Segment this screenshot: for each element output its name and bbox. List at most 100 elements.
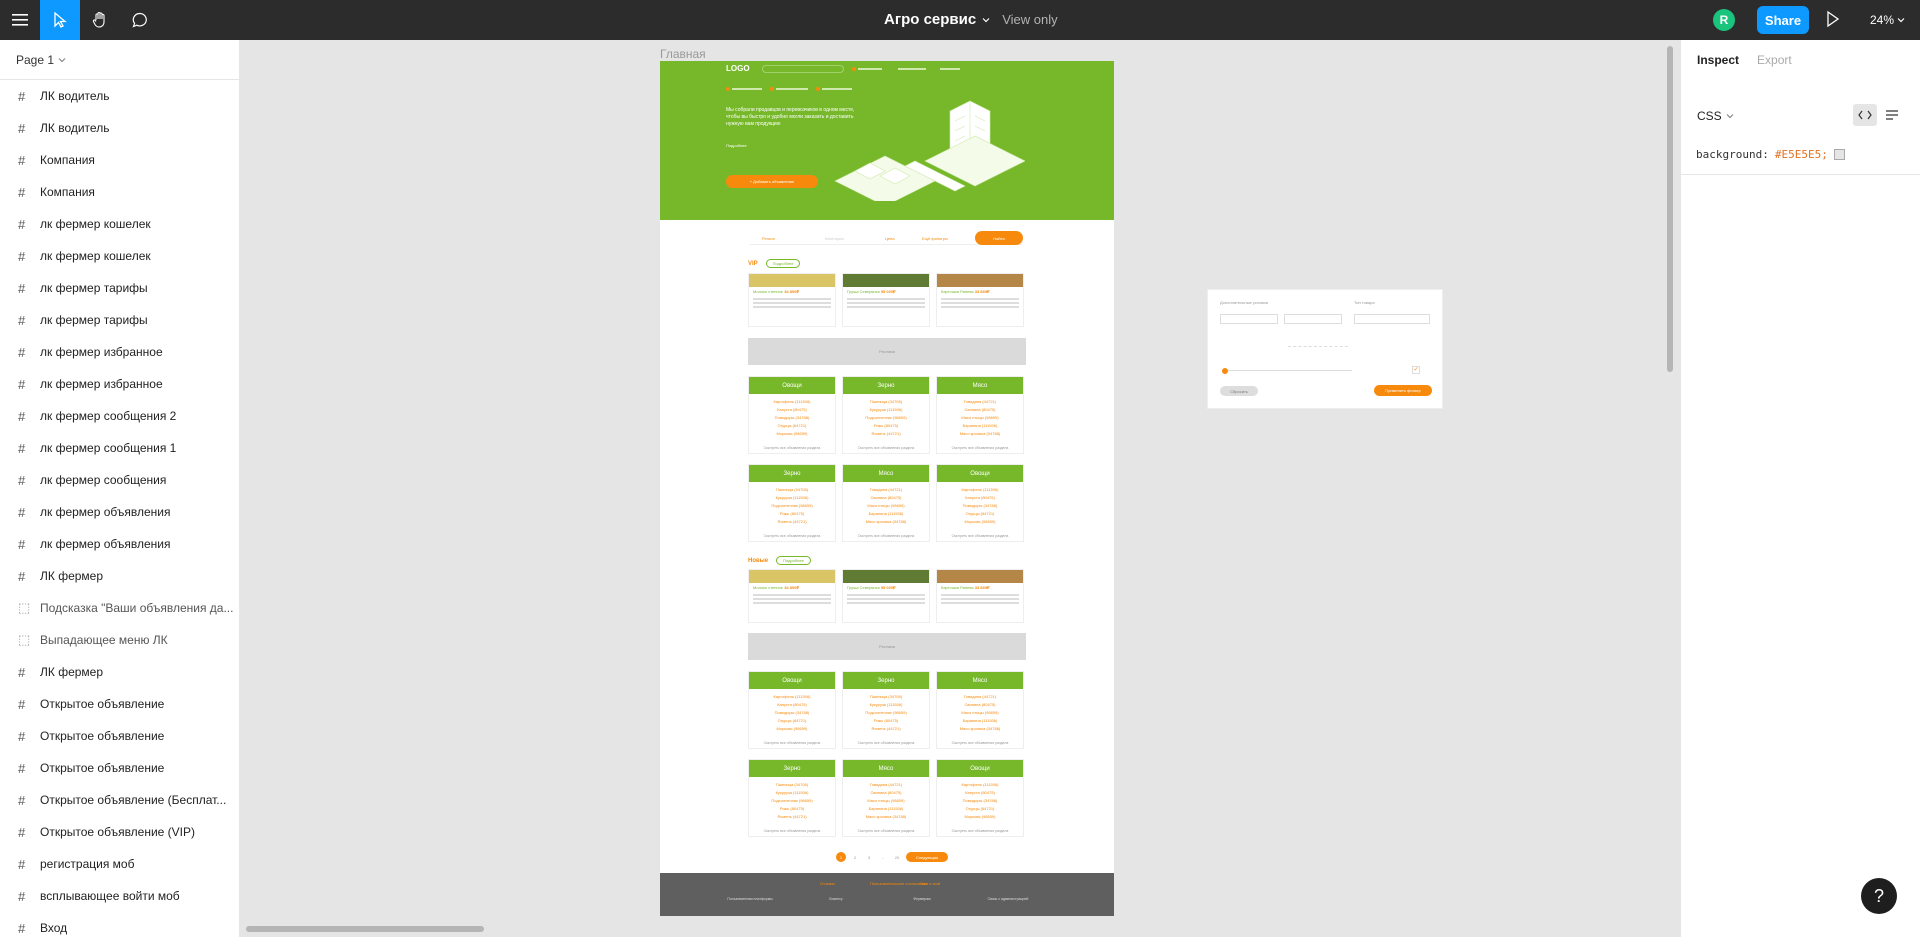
layer-item[interactable]: # лк фермер сообщения 2 — [0, 400, 239, 432]
layer-item[interactable]: # лк фермер сообщения 1 — [0, 432, 239, 464]
footer-column: Бизнесу — [829, 897, 843, 901]
filter-popup-frame[interactable]: Дополнительные условия Тип товара ✓ Сбро… — [1207, 289, 1443, 409]
category-card: Мясо Говядина (44721) Свинина (80475) Мясо … — [936, 376, 1024, 454]
category-row: Помидоры (34788) — [962, 503, 998, 508]
present-button[interactable] — [1826, 10, 1840, 33]
frame-label[interactable]: Главная — [660, 47, 706, 61]
stat-dot — [726, 87, 730, 91]
category-row: Огурцы (64721) — [777, 423, 807, 428]
layer-item[interactable]: # регистрация моб — [0, 848, 239, 880]
category-more-link: Смотреть все объявления раздела — [763, 446, 821, 450]
category-row: Подсолнечник (98659) — [771, 798, 813, 803]
layer-item[interactable]: # Компания — [0, 176, 239, 208]
layer-name: лк фермер объявления — [40, 537, 171, 551]
category-title: Зерно — [749, 760, 835, 777]
hamburger-icon — [12, 14, 28, 26]
stat-text — [822, 88, 852, 90]
popup-checkbox: ✓ — [1412, 366, 1420, 374]
category-card: Зерно Пшеница (34708) Кукуруза (111506) Под… — [842, 671, 930, 749]
offer-card: Молоко степное 34 859₽ — [748, 273, 836, 327]
share-button[interactable]: Share — [1757, 6, 1809, 34]
list-view-button[interactable] — [1880, 104, 1904, 126]
vertical-scrollbar[interactable] — [1667, 46, 1673, 372]
tab-inspect[interactable]: Inspect — [1697, 53, 1739, 67]
layer-item[interactable]: ⬚ Выпадающее меню ЛК — [0, 624, 239, 656]
category-row: Говядина (44721) — [963, 399, 997, 404]
category-row: Свинина (80475) — [964, 702, 996, 707]
file-title[interactable]: Агро сервис View only — [884, 11, 1058, 28]
layer-item[interactable]: # лк фермер кошелек — [0, 240, 239, 272]
text-line — [847, 298, 925, 300]
category-row: Капуста (80475) — [777, 407, 807, 412]
design-frame-main[interactable]: LOGO Мы собрали продавцов и перевозчиков… — [660, 61, 1114, 916]
category-row: Морковь (98659) — [776, 726, 808, 731]
layer-name: всплывающее войти моб — [40, 889, 180, 903]
category-more-link: Смотреть все объявления раздела — [951, 829, 1009, 833]
zoom-dropdown[interactable]: 24% — [1870, 13, 1905, 27]
footer-link: Отзывы — [820, 881, 835, 886]
code-view-button[interactable] — [1853, 104, 1877, 126]
offer-price: 34 859₽ — [784, 585, 799, 590]
hand-tool-button[interactable] — [80, 0, 120, 40]
layer-item[interactable]: ⬚ Подсказка "Ваши объявления да... — [0, 592, 239, 624]
layer-item[interactable]: # ЛК фермер — [0, 656, 239, 688]
category-row: Свинина (80475) — [964, 407, 996, 412]
category-row: Огурцы (64721) — [777, 718, 807, 723]
view-mode-label: View only — [1002, 12, 1058, 27]
layer-item[interactable]: # всплывающее войти моб — [0, 880, 239, 912]
layer-item[interactable]: # лк фермер объявления — [0, 496, 239, 528]
layer-item[interactable]: # Открытое объявление (VIP) — [0, 816, 239, 848]
layer-item[interactable]: # Компания — [0, 144, 239, 176]
play-icon — [1827, 10, 1840, 28]
stat-dot — [770, 87, 774, 91]
frame-icon: # — [18, 120, 26, 136]
layer-item[interactable]: # лк фермер избранное — [0, 336, 239, 368]
layer-item[interactable]: # лк фермер кошелек — [0, 208, 239, 240]
layer-item[interactable]: # Открытое объявление — [0, 688, 239, 720]
layer-item[interactable]: # ЛК водитель — [0, 80, 239, 112]
category-row: Баранина (111506) — [962, 718, 998, 723]
layer-item[interactable]: # Открытое объявление — [0, 752, 239, 784]
vip-chip: Подробнее — [765, 259, 801, 268]
tab-export[interactable]: Export — [1757, 53, 1792, 67]
popup-input — [1284, 314, 1342, 324]
frame-icon: # — [18, 568, 26, 584]
main-menu-button[interactable] — [0, 0, 40, 40]
category-row: Мясо кролика (34788) — [865, 519, 907, 524]
layer-name: лк фермер избранное — [40, 345, 163, 359]
layer-item[interactable]: # лк фермер избранное — [0, 368, 239, 400]
category-row: Мясо кролика (34788) — [959, 431, 1001, 436]
layer-item[interactable]: # ЛК водитель — [0, 112, 239, 144]
css-code-line[interactable]: background: #E5E5E5; — [1696, 148, 1845, 161]
category-more-link: Смотреть все объявления раздела — [857, 534, 915, 538]
horizontal-scrollbar[interactable] — [246, 926, 484, 932]
filter-region: Регион — [762, 236, 775, 241]
category-row: Морковь (98659) — [776, 431, 808, 436]
layer-item[interactable]: # Открытое объявление — [0, 720, 239, 752]
category-row: Ячмень (44721) — [871, 726, 901, 731]
layer-item[interactable]: # Открытое объявление (Бесплат... — [0, 784, 239, 816]
layer-item[interactable]: # лк фермер тарифы — [0, 304, 239, 336]
inspect-tabs: Inspect Export — [1681, 40, 1920, 80]
user-avatar[interactable]: R — [1713, 9, 1735, 31]
category-more-link: Смотреть все объявления раздела — [951, 534, 1009, 538]
layer-item[interactable]: # Вход — [0, 912, 239, 937]
offer-card: Груша Северянка 95 000₽ — [842, 273, 930, 327]
code-icon — [1858, 110, 1872, 120]
layer-item[interactable]: # лк фермер тарифы — [0, 272, 239, 304]
page-selector[interactable]: Page 1 — [0, 40, 239, 80]
layer-item[interactable]: # лк фермер объявления — [0, 528, 239, 560]
category-row: Свинина (80475) — [870, 790, 902, 795]
move-tool-button[interactable] — [40, 0, 80, 40]
layer-item[interactable]: # ЛК фермер — [0, 560, 239, 592]
help-button[interactable]: ? — [1861, 878, 1897, 914]
category-more-link: Смотреть все объявления раздела — [763, 741, 821, 745]
popup-title: Дополнительные условия — [1220, 300, 1268, 305]
layer-item[interactable]: # лк фермер сообщения — [0, 464, 239, 496]
frame-icon: # — [18, 344, 26, 360]
category-row: Рожь (80475) — [779, 511, 805, 516]
hand-icon — [92, 11, 105, 28]
category-row: Свинина (80475) — [870, 495, 902, 500]
comment-tool-button[interactable] — [120, 0, 160, 40]
category-title: Мясо — [937, 672, 1023, 689]
